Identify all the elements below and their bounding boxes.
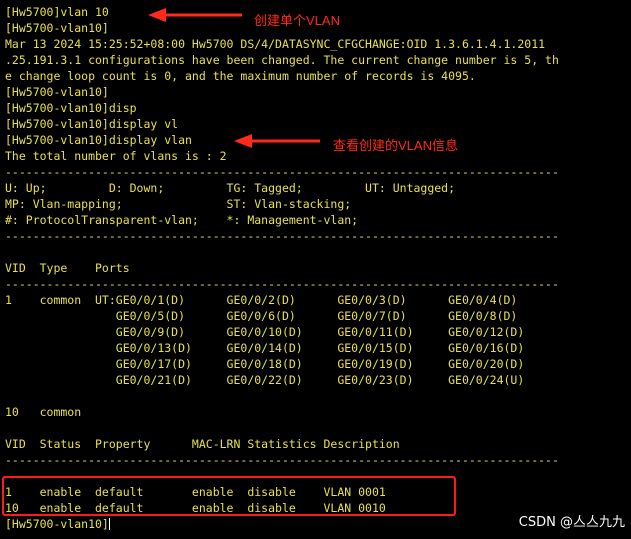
- terminal-line-command: [Hw5700-vlan10]disp: [5, 101, 137, 115]
- terminal-ports-row: GE0/0/5(D) GE0/0/6(D) GE0/0/7(D) GE0/0/8…: [5, 309, 518, 323]
- terminal-current-prompt[interactable]: [Hw5700-vlan10]: [5, 516, 110, 532]
- terminal-ports-row: 1 common UT:GE0/0/1(D) GE0/0/2(D) GE0/0/…: [5, 293, 518, 307]
- terminal-prompt-text: [Hw5700-vlan10]: [5, 517, 109, 531]
- terminal-separator: ----------------------------------------…: [5, 277, 559, 291]
- terminal-ports-row: GE0/0/9(D) GE0/0/10(D) GE0/0/11(D) GE0/0…: [5, 325, 525, 339]
- terminal-line-prompt: [Hw5700-vlan10]: [5, 85, 109, 99]
- terminal-separator: ----------------------------------------…: [5, 229, 559, 243]
- terminal-status-table-header: VID Status Property MAC-LRN Statistics D…: [5, 437, 400, 451]
- watermark: CSDN @亼亼九九: [518, 515, 625, 530]
- terminal-ports-row: GE0/0/13(D) GE0/0/14(D) GE0/0/15(D) GE0/…: [5, 341, 525, 355]
- terminal-line-log: e change loop count is 0, and the maximu…: [5, 69, 476, 83]
- terminal-ports-row: GE0/0/21(D) GE0/0/22(D) GE0/0/23(D) GE0/…: [5, 373, 525, 387]
- terminal-line-log: Mar 13 2024 15:25:52+08:00 Hw5700 DS/4/D…: [5, 37, 546, 51]
- terminal-line-command: [Hw5700-vlan10]display vl: [5, 117, 179, 131]
- terminal-separator: ----------------------------------------…: [5, 453, 559, 467]
- highlight-box: [2, 476, 456, 516]
- terminal-line-display-vlan: [Hw5700-vlan10]display vlan: [5, 133, 192, 147]
- terminal-line-vlan-count: The total number of vlans is : 2: [5, 149, 227, 163]
- terminal-window[interactable]: [Hw5700]vlan 10 [Hw5700-vlan10] Mar 13 2…: [0, 0, 631, 539]
- terminal-ports-row: GE0/0/17(D) GE0/0/18(D) GE0/0/19(D) GE0/…: [5, 357, 525, 371]
- terminal-ports-table-header: VID Type Ports: [5, 261, 130, 275]
- red-arrow-icon: [148, 8, 242, 22]
- terminal-ports-row: 10 common: [5, 405, 82, 419]
- red-arrow-icon: [234, 134, 320, 148]
- text-cursor: [108, 518, 110, 530]
- terminal-line-prompt: [Hw5700-vlan10]: [5, 21, 109, 35]
- terminal-legend-line: #: ProtocolTransparent-vlan; *: Manageme…: [5, 213, 359, 227]
- annotation-create-vlan: 创建单个VLAN: [254, 13, 340, 28]
- annotation-view-vlan: 查看创建的VLAN信息: [333, 138, 458, 153]
- terminal-legend-line: U: Up; D: Down; TG: Tagged; UT: Untagged…: [5, 181, 456, 195]
- terminal-legend-line: MP: Vlan-mapping; ST: Vlan-stacking;: [5, 197, 352, 211]
- terminal-line-vlan-command: [Hw5700]vlan 10: [5, 5, 109, 19]
- terminal-separator: ----------------------------------------…: [5, 165, 559, 179]
- terminal-line-log: .25.191.3.1 configurations have been cha…: [5, 53, 559, 67]
